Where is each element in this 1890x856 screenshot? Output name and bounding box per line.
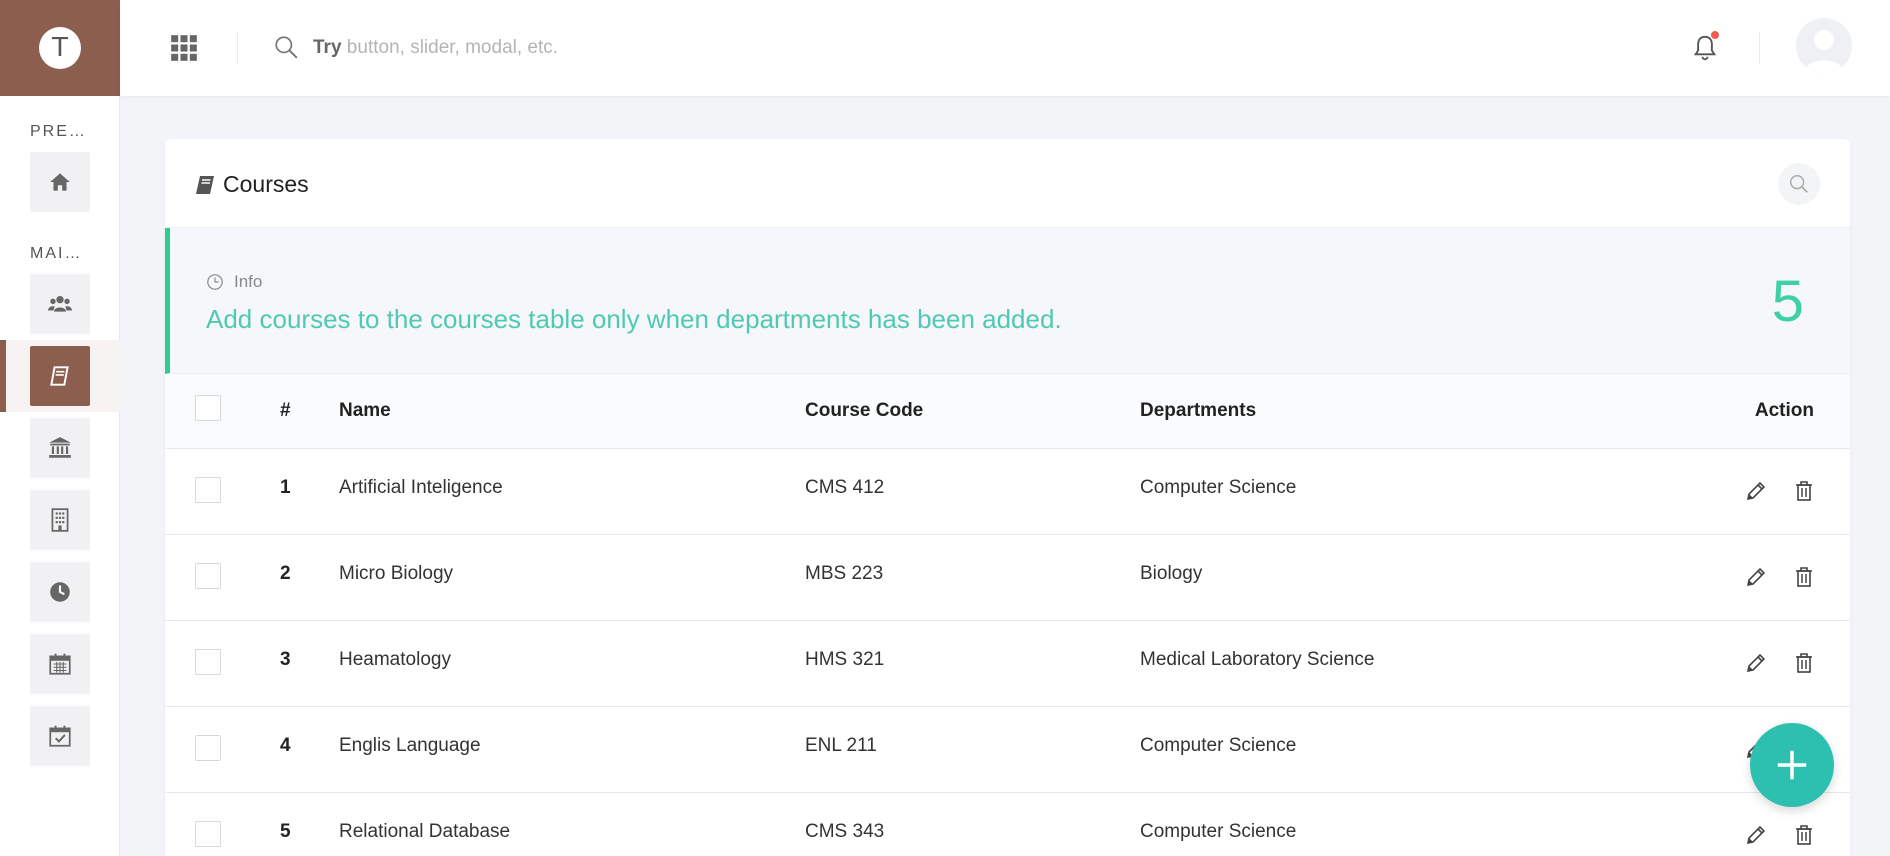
divider <box>1759 32 1760 64</box>
row-number: 3 <box>280 648 291 670</box>
column-header-number: # <box>280 399 291 421</box>
row-checkbox[interactable] <box>195 648 221 675</box>
row-checkbox[interactable] <box>195 734 221 761</box>
table-row: 3 Heamatology HMS 321 Medical Laboratory… <box>165 620 1850 706</box>
sidebar-section-preview: PREVIEW <box>30 123 118 140</box>
course-code: MBS 223 <box>805 562 884 584</box>
course-code: CMS 343 <box>805 820 885 842</box>
course-count: 5 <box>1771 269 1804 334</box>
course-department: Computer Science <box>1140 734 1297 756</box>
course-name: Artificial Inteligence <box>339 476 503 498</box>
table-row: 1 Artificial Inteligence CMS 412 Compute… <box>165 448 1850 534</box>
sidebar-item-building[interactable] <box>0 484 120 556</box>
row-checkbox[interactable] <box>195 562 221 589</box>
divider <box>237 32 238 64</box>
course-department: Medical Laboratory Science <box>1140 648 1375 670</box>
card-search-button[interactable] <box>1778 163 1820 205</box>
avatar[interactable] <box>1796 18 1852 74</box>
row-checkbox[interactable] <box>195 476 221 503</box>
brand-initial: T <box>39 27 81 69</box>
course-name: Englis Language <box>339 734 481 756</box>
search-icon <box>275 36 298 59</box>
book-icon <box>50 366 69 386</box>
sidebar-item-events[interactable] <box>0 700 120 772</box>
course-department: Computer Science <box>1140 820 1297 842</box>
table-row: 4 Englis Language ENL 211 Computer Scien… <box>165 706 1850 792</box>
calendar-icon <box>49 653 71 675</box>
row-number: 5 <box>280 820 291 842</box>
user-avatar-icon <box>1804 30 1844 74</box>
card-header: Courses <box>165 139 1850 228</box>
select-all-checkbox[interactable] <box>195 394 221 421</box>
course-name: Micro Biology <box>339 562 454 584</box>
course-code: ENL 211 <box>805 734 877 756</box>
delete-trash-icon[interactable] <box>1792 651 1816 675</box>
delete-trash-icon[interactable] <box>1792 565 1816 589</box>
book-icon <box>196 175 214 194</box>
brand-logo[interactable]: T <box>0 0 120 96</box>
edit-pencil-icon[interactable] <box>1744 823 1768 847</box>
sidebar-item-timetable[interactable] <box>0 556 120 628</box>
card-title-text: Courses <box>223 171 309 197</box>
apps-grid-icon[interactable] <box>170 34 198 62</box>
course-code: CMS 412 <box>805 476 885 498</box>
column-header-action: Action <box>1754 399 1814 421</box>
search-input[interactable] <box>312 30 912 66</box>
course-department: Computer Science <box>1140 476 1297 498</box>
sidebar-item-courses[interactable] <box>0 340 120 412</box>
clock-icon <box>50 582 70 602</box>
row-checkbox[interactable] <box>195 820 221 847</box>
course-code: HMS 321 <box>805 648 885 670</box>
sidebar: T PREVIEW MAIN MENU <box>0 0 120 856</box>
info-banner: Info Add courses to the courses table on… <box>165 228 1850 374</box>
row-number: 1 <box>280 476 291 498</box>
page-title: Courses <box>195 171 309 198</box>
info-message: Add courses to the courses table only wh… <box>206 304 1062 334</box>
info-label: Info <box>206 272 262 292</box>
row-number: 4 <box>280 734 291 756</box>
edit-pencil-icon[interactable] <box>1744 479 1768 503</box>
notification-dot <box>1711 31 1719 39</box>
institution-icon <box>49 437 71 458</box>
calendar-check-icon <box>49 725 71 747</box>
sidebar-item-home[interactable] <box>0 146 120 218</box>
clock-icon <box>207 274 223 290</box>
row-number: 2 <box>280 562 291 584</box>
table-row: 5 Relational Database CMS 343 Computer S… <box>165 792 1850 856</box>
delete-trash-icon[interactable] <box>1792 823 1816 847</box>
sidebar-item-institution[interactable] <box>0 412 120 484</box>
search-icon <box>1790 175 1808 193</box>
edit-pencil-icon[interactable] <box>1744 565 1768 589</box>
course-name: Heamatology <box>339 648 451 670</box>
column-header-course-code[interactable]: Course Code <box>805 374 1140 448</box>
sidebar-section-main: MAIN MENU <box>30 245 120 262</box>
delete-trash-icon[interactable] <box>1792 479 1816 503</box>
building-icon <box>51 508 69 532</box>
courses-card: Courses Info Add courses to the courses … <box>165 139 1850 856</box>
sidebar-item-calendar[interactable] <box>0 628 120 700</box>
courses-table: # Name Course Code Departments Action 1 … <box>165 374 1850 856</box>
course-department: Biology <box>1140 562 1203 584</box>
plus-icon <box>1777 750 1807 780</box>
top-bar: Try button, slider, modal, etc. <box>120 0 1890 96</box>
add-course-button[interactable] <box>1750 723 1834 807</box>
edit-pencil-icon[interactable] <box>1744 651 1768 675</box>
course-name: Relational Database <box>339 820 511 842</box>
sidebar-item-users[interactable] <box>0 268 120 340</box>
users-icon <box>48 295 72 312</box>
home-icon <box>50 173 70 191</box>
column-header-departments[interactable]: Departments <box>1140 374 1660 448</box>
table-header-row: # Name Course Code Departments Action <box>165 374 1850 448</box>
table-row: 2 Micro Biology MBS 223 Biology <box>165 534 1850 620</box>
column-header-name[interactable]: Name <box>339 374 805 448</box>
